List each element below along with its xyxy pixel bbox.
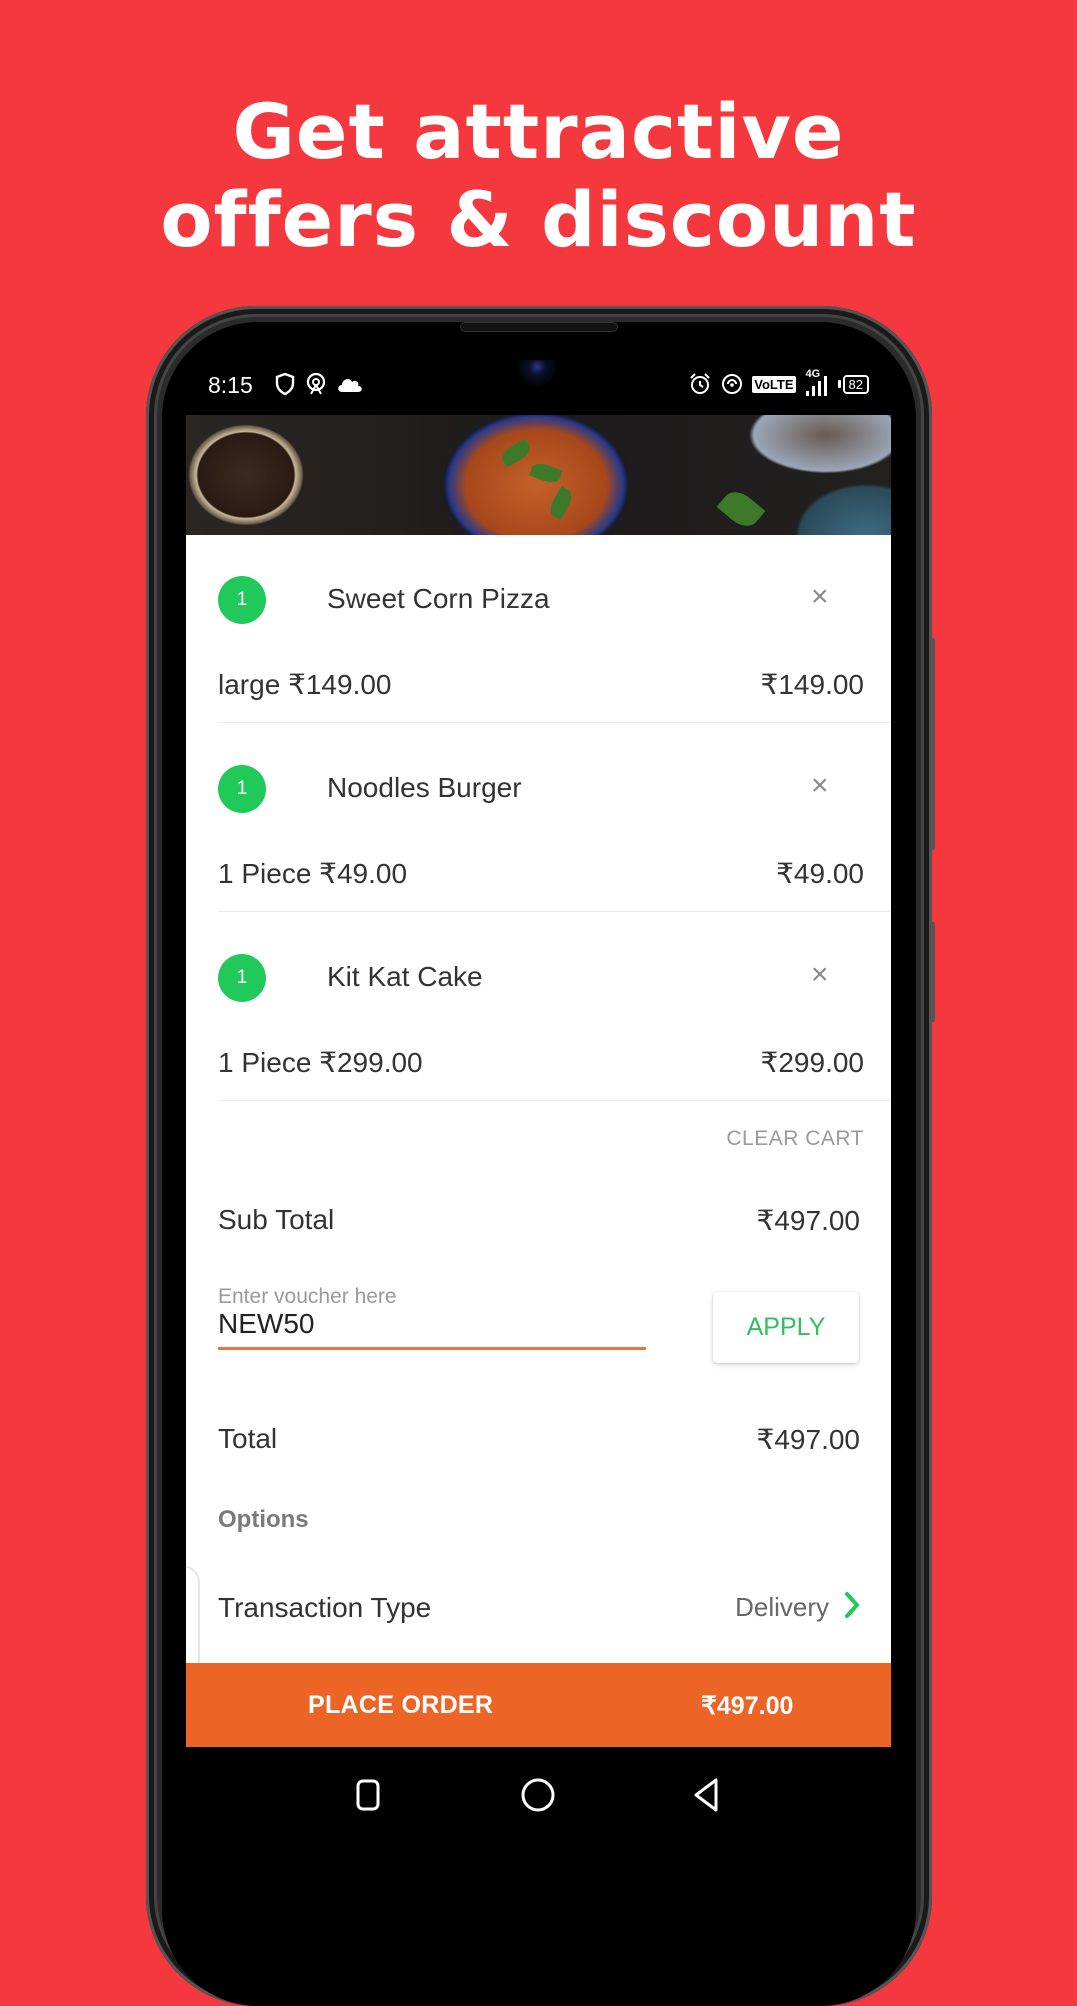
battery-level: 82 [842, 374, 869, 394]
headline-line-1: Get attractive [232, 87, 845, 176]
back-icon[interactable] [688, 1775, 728, 1815]
remove-item-icon[interactable]: × [811, 579, 829, 615]
earpiece-speaker [460, 322, 618, 332]
wifi-calling-icon [722, 374, 743, 394]
garnish-leaf [716, 485, 766, 533]
options-heading: Options [218, 1506, 309, 1533]
cart-item: 1 Sweet Corn Pizza × large ₹149.00 ₹149.… [186, 535, 891, 724]
cart-content[interactable]: 1 Sweet Corn Pizza × large ₹149.00 ₹149.… [186, 535, 891, 1769]
voucher-input[interactable] [218, 1307, 644, 1341]
garnish-leaf [529, 460, 563, 486]
item-price: ₹299.00 [760, 1047, 864, 1078]
item-variant: 1 Piece ₹299.00 [218, 1047, 423, 1078]
promo-headline: Get attractive offers & discount [0, 88, 1077, 264]
navigation-bar [186, 1747, 891, 1840]
divider [218, 1100, 891, 1101]
item-price: ₹49.00 [776, 858, 864, 889]
volte-icon: VoLTE [752, 375, 796, 393]
hotspot-icon [306, 372, 326, 395]
status-time: 8:15 [208, 372, 253, 398]
front-camera [518, 360, 556, 386]
clear-cart-button[interactable]: CLEAR CART [726, 1127, 864, 1151]
battery-icon: 82 [837, 374, 869, 394]
quantity-badge[interactable]: 1 [218, 765, 266, 813]
apply-voucher-button[interactable]: APPLY [713, 1292, 859, 1363]
quantity-badge[interactable]: 1 [218, 576, 266, 624]
cart-item: 1 Kit Kat Cake × 1 Piece ₹299.00 ₹299.00 [186, 913, 891, 1102]
item-variant: large ₹149.00 [218, 669, 392, 700]
status-bar: 8:15 VoLTE 4G 82 [186, 360, 891, 414]
divider [218, 722, 891, 723]
cart-item: 1 Noodles Burger × 1 Piece ₹49.00 ₹49.00 [186, 724, 891, 913]
garnish-leaf [499, 438, 533, 468]
subtotal-value: ₹497.00 [756, 1205, 860, 1236]
place-order-button[interactable]: PLACE ORDER ₹497.00 [186, 1663, 891, 1747]
total-label: Total [218, 1423, 278, 1454]
headline-line-2: offers & discount [160, 175, 917, 264]
divider [218, 911, 891, 912]
subtotal-label: Sub Total [218, 1204, 335, 1235]
remove-item-icon[interactable]: × [811, 957, 829, 993]
place-order-amount: ₹497.00 [701, 1692, 794, 1720]
transaction-type-label: Transaction Type [218, 1592, 432, 1623]
quantity-badge[interactable]: 1 [218, 954, 266, 1002]
cloud-icon [338, 379, 362, 392]
alarm-icon [690, 373, 710, 394]
phone-screen: 8:15 VoLTE 4G 82 1 Sweet Corn Pizza × la… [186, 360, 891, 1840]
food-banner-image [186, 415, 891, 535]
shield-icon [275, 372, 295, 396]
voucher-placeholder-label: Enter voucher here [218, 1285, 397, 1308]
item-price: ₹149.00 [760, 669, 864, 700]
item-name: Sweet Corn Pizza [327, 583, 550, 614]
item-variant: 1 Piece ₹49.00 [218, 858, 408, 889]
home-icon[interactable] [518, 1775, 558, 1815]
place-order-label: PLACE ORDER [308, 1691, 494, 1719]
recents-icon[interactable] [348, 1775, 388, 1815]
remove-item-icon[interactable]: × [811, 768, 829, 804]
item-name: Kit Kat Cake [327, 961, 483, 992]
garnish-leaf [546, 486, 576, 520]
chevron-right-icon[interactable] [839, 1589, 865, 1621]
signal-4g-icon: 4G [804, 368, 830, 396]
network-type-label: 4G [805, 368, 821, 380]
power-button [930, 922, 935, 1022]
total-value: ₹497.00 [756, 1424, 860, 1455]
voucher-input-underline [218, 1347, 646, 1350]
transaction-type-value[interactable]: Delivery [735, 1592, 829, 1623]
volume-button [930, 638, 935, 850]
item-name: Noodles Burger [327, 772, 522, 803]
